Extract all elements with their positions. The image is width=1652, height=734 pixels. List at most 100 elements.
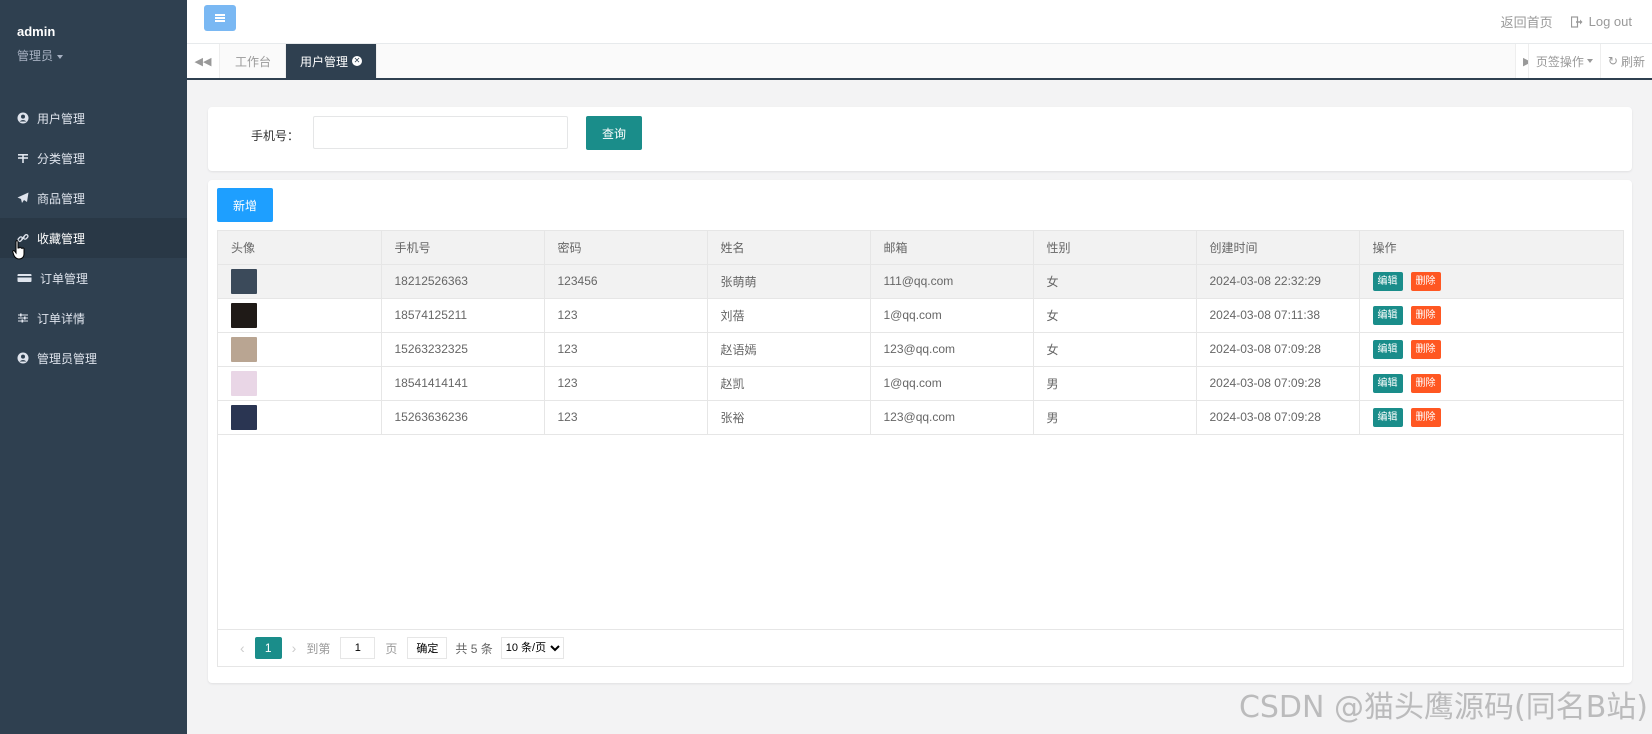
sidebar-item-category-management[interactable]: 分类管理	[0, 138, 187, 178]
top-navbar: 返回首页 Log out	[187, 0, 1652, 44]
phone-search-input[interactable]	[313, 116, 568, 149]
confirm-page-button[interactable]: 确定	[407, 637, 448, 659]
total-count: 共 5 条	[455, 641, 493, 656]
page-unit-label: 页	[385, 641, 398, 656]
sidebar-item-label: 用户管理	[37, 111, 86, 126]
edit-button[interactable]: 编辑	[1372, 407, 1403, 427]
prev-page-button[interactable]: ‹	[240, 640, 245, 656]
add-button[interactable]: 新增	[217, 188, 273, 222]
cell-gender: 女	[1033, 298, 1197, 333]
page-size-select[interactable]: 10 条/页	[500, 637, 564, 659]
page-tabs-bar: ◀◀ 工作台 用户管理✕ ▶▶ 页签操作 ↻刷新	[187, 44, 1652, 80]
column-header: 操作	[1359, 231, 1623, 265]
menu-toggle-button[interactable]	[204, 5, 236, 31]
refresh-button[interactable]: ↻ 刷新	[1599, 44, 1652, 78]
tab-operations: 页签操作 ↻ 刷新	[1527, 44, 1652, 78]
tab-user-management[interactable]: 用户管理 ✕	[286, 44, 378, 78]
sidebar: admin 管理员 用户管理 分类管理 商品管理 收藏管理 订单管理 订单详情	[0, 0, 187, 734]
hand-cursor-icon	[12, 240, 25, 260]
avatar	[231, 268, 257, 294]
user-circle-icon	[17, 112, 29, 124]
caret-down-icon	[57, 54, 64, 59]
cell-password: 123456	[544, 264, 708, 299]
edit-button[interactable]: 编辑	[1372, 373, 1403, 393]
sidebar-item-order-details[interactable]: 订单详情	[0, 298, 187, 338]
sidebar-item-label: 分类管理	[37, 151, 86, 166]
edit-button[interactable]: 编辑	[1372, 339, 1403, 359]
table-row[interactable]: 15263636236 123 张裕 123@qq.com 男 2024-03-…	[218, 400, 1623, 435]
hamburger-icon	[215, 14, 225, 22]
edit-button[interactable]: 编辑	[1372, 271, 1403, 291]
table-row[interactable]: 15263232325 123 赵语嫣 123@qq.com 女 2024-03…	[218, 332, 1623, 367]
close-icon[interactable]: ✕	[352, 56, 363, 66]
data-grid: 头像 手机号 密码 姓名 邮箱 性别 创建时间 操作 18212526363 1…	[217, 230, 1624, 667]
cell-created: 2024-03-08 07:09:28	[1196, 400, 1360, 435]
column-header: 密码	[544, 231, 708, 265]
avatar	[231, 336, 257, 362]
query-button[interactable]: 查询	[586, 116, 642, 150]
sidebar-item-label: 收藏管理	[37, 231, 86, 246]
tab-workbench[interactable]: 工作台	[221, 44, 287, 78]
cell-name: 张裕	[707, 400, 871, 435]
tabs-scroll-left-button[interactable]: ◀◀	[187, 44, 220, 78]
role-label: 管理员	[17, 49, 54, 63]
delete-button[interactable]: 删除	[1410, 271, 1441, 291]
cell-email: 123@qq.com	[870, 332, 1034, 367]
top-right-links: 返回首页 Log out	[1501, 12, 1632, 31]
cell-phone: 18212526363	[381, 264, 545, 299]
category-icon	[17, 152, 29, 164]
table-row[interactable]: 18212526363 123456 张萌萌 111@qq.com 女 2024…	[218, 264, 1623, 299]
cell-phone: 18574125211	[381, 298, 545, 333]
sidebar-item-user-management[interactable]: 用户管理	[0, 98, 187, 138]
cell-created: 2024-03-08 07:11:38	[1196, 298, 1360, 333]
delete-button[interactable]: 删除	[1410, 373, 1441, 393]
cell-gender: 女	[1033, 332, 1197, 367]
sidebar-item-order-management[interactable]: 订单管理	[0, 258, 187, 298]
caret-down-icon	[1586, 59, 1593, 63]
tab-ops-dropdown[interactable]: 页签操作	[1527, 44, 1600, 78]
cell-password: 123	[544, 366, 708, 401]
avatar	[231, 302, 257, 328]
goto-label: 到第	[306, 641, 331, 656]
column-header: 手机号	[381, 231, 545, 265]
table-row[interactable]: 18541414141 123 赵凯 1@qq.com 男 2024-03-08…	[218, 366, 1623, 401]
pagination: ‹ 1 › 到第 页 确定 共 5 条 10 条/页	[218, 629, 1623, 666]
sidebar-item-favorites-management[interactable]: 收藏管理	[0, 218, 187, 258]
cell-name: 赵凯	[707, 366, 871, 401]
user-circle-icon	[17, 352, 29, 364]
sidebar-item-admin-management[interactable]: 管理员管理	[0, 338, 187, 378]
cell-email: 111@qq.com	[870, 264, 1034, 299]
cell-name: 赵语嫣	[707, 332, 871, 367]
role-dropdown[interactable]: 管理员	[17, 47, 170, 64]
tab-label: 用户管理	[300, 54, 349, 69]
cell-password: 123	[544, 400, 708, 435]
double-left-arrow-icon: ◀◀	[194, 55, 212, 68]
avatar	[231, 370, 257, 396]
sign-out-icon	[1570, 15, 1583, 28]
delete-button[interactable]: 删除	[1410, 305, 1441, 325]
cell-name: 张萌萌	[707, 264, 871, 299]
cell-phone: 18541414141	[381, 366, 545, 401]
current-page[interactable]: 1	[254, 637, 282, 659]
sidebar-item-label: 订单管理	[40, 271, 89, 286]
cell-gender: 女	[1033, 264, 1197, 299]
user-table: 头像 手机号 密码 姓名 邮箱 性别 创建时间 操作 18212526363 1…	[218, 231, 1623, 435]
profile: admin 管理员	[0, 0, 187, 92]
page-number-input[interactable]	[340, 637, 376, 659]
return-home-link[interactable]: 返回首页	[1501, 12, 1553, 31]
delete-button[interactable]: 删除	[1410, 339, 1441, 359]
refresh-label: 刷新	[1620, 54, 1645, 69]
sliders-icon	[17, 312, 29, 324]
cell-created: 2024-03-08 07:09:28	[1196, 332, 1360, 367]
next-page-button[interactable]: ›	[292, 640, 297, 656]
cell-password: 123	[544, 332, 708, 367]
table-row[interactable]: 18574125211 123 刘蓓 1@qq.com 女 2024-03-08…	[218, 298, 1623, 333]
logout-link[interactable]: Log out	[1570, 14, 1632, 29]
paper-plane-icon	[17, 192, 29, 204]
table-header-row: 头像 手机号 密码 姓名 邮箱 性别 创建时间 操作	[218, 231, 1623, 265]
edit-button[interactable]: 编辑	[1372, 305, 1403, 325]
delete-button[interactable]: 删除	[1410, 407, 1441, 427]
sidebar-item-product-management[interactable]: 商品管理	[0, 178, 187, 218]
cell-phone: 15263636236	[381, 400, 545, 435]
tab-label: 工作台	[235, 54, 272, 69]
